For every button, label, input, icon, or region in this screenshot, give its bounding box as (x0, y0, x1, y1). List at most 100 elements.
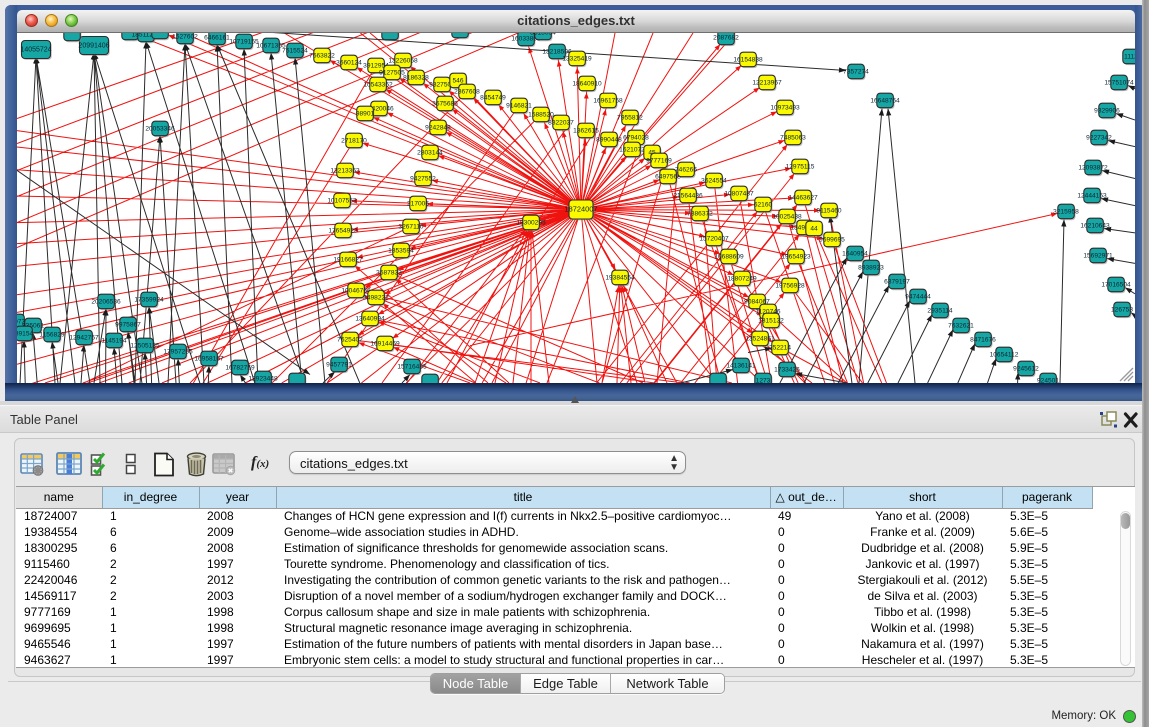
svg-text:746266: 746266 (675, 166, 697, 173)
svg-text:14463627: 14463627 (788, 194, 818, 201)
svg-text:10688609: 10688609 (714, 253, 744, 260)
svg-text:21564436: 21564436 (673, 192, 703, 199)
svg-text:20053346: 20053346 (145, 125, 175, 132)
svg-text:16210643: 16210643 (1080, 222, 1110, 229)
svg-text:10046766: 10046766 (341, 287, 371, 294)
svg-text:3675685: 3675685 (432, 100, 458, 107)
svg-text:18300295: 18300295 (516, 219, 546, 226)
svg-text:1588520: 1588520 (528, 111, 554, 118)
svg-text:17654923: 17654923 (328, 227, 358, 234)
svg-text:10654112: 10654112 (990, 351, 1019, 358)
svg-text:1815132: 1815132 (758, 317, 784, 324)
svg-text:8813054: 8813054 (530, 33, 556, 37)
svg-text:9975867: 9975867 (115, 321, 141, 328)
svg-text:7632621: 7632621 (948, 322, 974, 329)
svg-text:39154: 39154 (17, 330, 33, 337)
svg-text:10973493: 10973493 (770, 104, 800, 111)
svg-text:1527602: 1527602 (172, 33, 198, 40)
svg-text:12213967: 12213967 (752, 79, 782, 86)
svg-text:18807249: 18807249 (727, 275, 757, 282)
svg-text:10543362: 10543362 (363, 81, 393, 88)
svg-text:9127505: 9127505 (379, 69, 405, 76)
svg-text:2718170: 2718170 (341, 137, 367, 144)
svg-text:9329906: 9329906 (1094, 107, 1120, 114)
svg-text:3267110: 3267110 (398, 223, 424, 230)
svg-text:15716485: 15716485 (397, 363, 427, 370)
svg-text:8990448: 8990448 (596, 136, 622, 143)
svg-text:217006: 217006 (407, 200, 429, 207)
svg-text:2935114: 2935114 (927, 307, 953, 314)
svg-text:10107553: 10107553 (327, 197, 357, 204)
svg-text:1112: 1112 (1124, 53, 1135, 60)
svg-text:19166827: 19166827 (333, 256, 363, 263)
svg-text:7515524: 7515524 (282, 47, 308, 54)
svg-text:8322037: 8322037 (548, 119, 574, 126)
svg-text:6379197: 6379197 (884, 278, 910, 285)
svg-text:16154838: 16154838 (733, 56, 763, 63)
svg-text:10719155: 10719155 (229, 38, 259, 45)
svg-text:10807487: 10807487 (724, 190, 754, 197)
svg-text:17016504: 17016504 (1101, 281, 1131, 288)
svg-text:16648764: 16648764 (870, 97, 900, 104)
svg-text:1145194: 1145194 (101, 337, 127, 344)
svg-text:17359924: 17359924 (134, 296, 164, 303)
svg-text:18640910: 18640910 (572, 80, 602, 87)
svg-text:9245612: 9245612 (1013, 365, 1039, 372)
svg-text:8471676: 8471676 (970, 336, 996, 343)
svg-text:9115460: 9115460 (816, 207, 842, 214)
svg-text:9777169: 9777169 (646, 157, 672, 164)
svg-text:13325419: 13325419 (562, 55, 592, 62)
svg-text:8186328: 8186328 (403, 74, 429, 81)
svg-text:7357274: 7357274 (843, 68, 869, 75)
svg-text:7663822: 7663822 (309, 52, 335, 59)
svg-text:98901: 98901 (356, 110, 375, 117)
svg-text:15751074: 15751074 (1104, 79, 1134, 86)
svg-text:3587833: 3587833 (376, 269, 402, 276)
svg-text:9427552: 9427552 (410, 175, 436, 182)
svg-text:1156829: 1156829 (39, 331, 65, 338)
svg-text:44: 44 (810, 225, 818, 232)
svg-text:18724007: 18724007 (565, 204, 598, 213)
svg-text:20206536: 20206536 (91, 298, 121, 305)
svg-text:924501: 924501 (1037, 377, 1059, 382)
svg-text:15720407: 15720407 (699, 235, 729, 242)
svg-text:12093872: 12093872 (1078, 164, 1108, 171)
svg-text:19756928: 19756928 (775, 282, 805, 289)
svg-text:252214: 252214 (769, 344, 791, 351)
svg-text:16961758: 16961758 (593, 97, 623, 104)
svg-text:8938923: 8938923 (858, 264, 884, 271)
svg-text:13524861: 13524861 (745, 335, 775, 342)
svg-text:16782759: 16782759 (225, 364, 255, 371)
svg-text:2803144: 2803144 (417, 149, 443, 156)
svg-text:20991406: 20991406 (78, 42, 109, 49)
svg-text:3624554: 3624554 (701, 177, 727, 184)
svg-text:8454749: 8454749 (480, 94, 506, 101)
svg-text:9146821: 9146821 (506, 102, 532, 109)
svg-text:12505135: 12505135 (130, 342, 160, 349)
svg-text:2087682: 2087682 (713, 34, 739, 41)
svg-text:12213363: 12213363 (330, 167, 360, 174)
svg-text:12923448: 12923448 (248, 375, 278, 382)
svg-text:9474444: 9474444 (905, 293, 931, 300)
svg-text:1273: 1273 (756, 377, 771, 382)
svg-text:7955812: 7955812 (617, 114, 643, 121)
svg-text:9242848: 9242848 (425, 124, 451, 131)
svg-text:6497568: 6497568 (655, 173, 681, 180)
svg-text:3215958: 3215958 (1053, 208, 1079, 215)
svg-text:16914469: 16914469 (370, 340, 400, 347)
svg-text:126753: 126753 (1111, 306, 1133, 313)
svg-text:6794028: 6794028 (623, 134, 649, 141)
svg-text:1621072: 1621072 (619, 146, 645, 153)
svg-text:62160: 62160 (754, 201, 773, 208)
svg-text:12942757: 12942757 (69, 334, 99, 341)
svg-text:3660124: 3660124 (336, 59, 362, 66)
svg-text:16958167: 16958167 (194, 355, 224, 362)
svg-text:9227342: 9227342 (1086, 134, 1112, 141)
svg-text:6466161: 6466161 (204, 34, 230, 41)
svg-text:9699695: 9699695 (819, 236, 845, 243)
svg-text:546: 546 (452, 77, 463, 84)
svg-text:13226058: 13226058 (388, 57, 418, 64)
svg-text:7485063: 7485063 (780, 134, 806, 141)
svg-text:13218506: 13218506 (542, 48, 572, 55)
svg-text:2367608: 2367608 (454, 88, 480, 95)
